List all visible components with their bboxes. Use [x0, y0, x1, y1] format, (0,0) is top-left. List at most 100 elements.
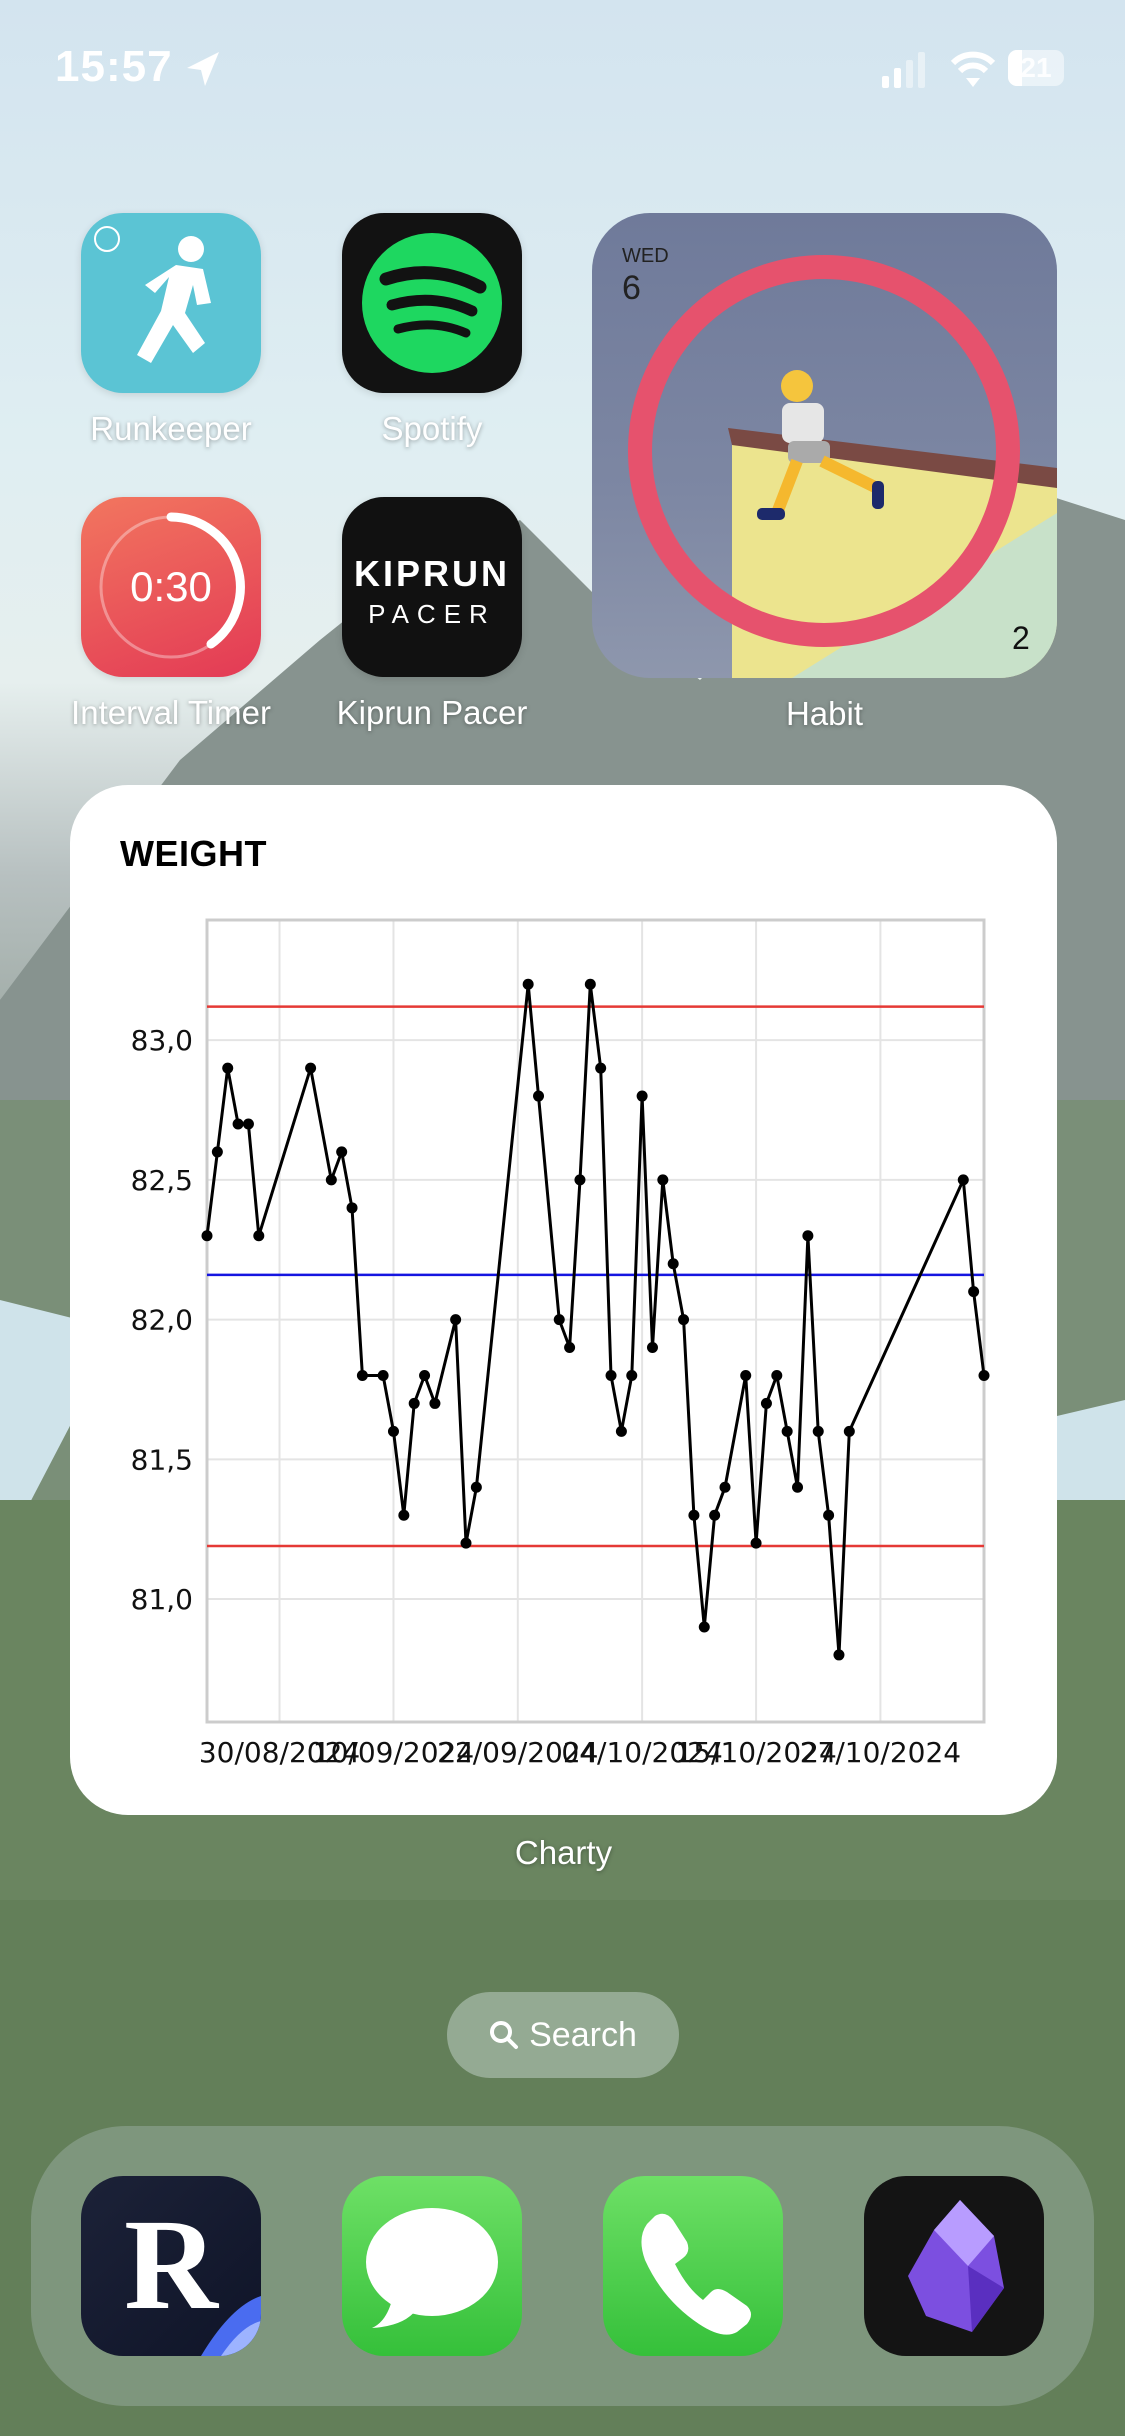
- cellular-signal-icon: [882, 52, 925, 88]
- weight-chart: 81,081,582,082,583,030/08/202410/09/2024…: [131, 918, 990, 1769]
- dock-app-phone[interactable]: [603, 2176, 783, 2356]
- data-point: [709, 1509, 721, 1521]
- data-point: [305, 1062, 317, 1074]
- y-tick-label: 81,5: [131, 1443, 193, 1476]
- data-point: [760, 1397, 772, 1409]
- data-point: [336, 1146, 348, 1158]
- spotify-icon: [342, 213, 522, 393]
- data-point: [553, 1314, 565, 1326]
- dock-app-reader[interactable]: R: [81, 2176, 261, 2356]
- data-point: [957, 1174, 969, 1186]
- y-tick-label: 83,0: [131, 1024, 193, 1057]
- search-icon: [490, 2021, 519, 2049]
- data-point: [978, 1369, 990, 1381]
- data-point: [408, 1397, 420, 1409]
- data-point: [595, 1062, 607, 1074]
- habit-day: 6: [622, 269, 641, 307]
- y-tick-label: 82,5: [131, 1164, 193, 1197]
- message-bubble-icon: [366, 2208, 498, 2328]
- data-point: [346, 1202, 358, 1214]
- search-button[interactable]: Search: [447, 1992, 679, 2078]
- data-point: [211, 1146, 223, 1158]
- timer-icon-text: 0:30: [130, 563, 212, 610]
- habit-count: 2: [1012, 620, 1030, 656]
- habit-widget[interactable]: WED 6 2: [592, 213, 1057, 678]
- data-point: [843, 1425, 855, 1437]
- data-point: [242, 1118, 254, 1130]
- data-point: [657, 1174, 669, 1186]
- data-point: [615, 1425, 627, 1437]
- data-point: [636, 1090, 648, 1102]
- data-point: [678, 1314, 690, 1326]
- widget-label-habit: Habit: [785, 695, 864, 732]
- data-point: [812, 1425, 824, 1437]
- data-point: [626, 1369, 638, 1381]
- app-label: Runkeeper: [90, 410, 252, 447]
- data-point: [646, 1342, 658, 1354]
- x-tick-label: 27/10/2024: [800, 1736, 961, 1769]
- data-point: [968, 1286, 980, 1298]
- data-point: [750, 1537, 762, 1549]
- data-point: [833, 1649, 845, 1661]
- battery-icon: 21: [1008, 50, 1064, 86]
- location-arrow-icon: [187, 52, 219, 86]
- data-point: [460, 1537, 472, 1549]
- app-label: Kiprun Pacer: [336, 694, 528, 731]
- app-label: Spotify: [381, 410, 483, 447]
- data-point: [698, 1621, 710, 1633]
- app-label: Interval Timer: [71, 694, 271, 731]
- data-point: [823, 1509, 835, 1521]
- data-point: [719, 1481, 731, 1493]
- data-point: [564, 1342, 576, 1354]
- wifi-icon: [950, 51, 996, 87]
- data-point: [667, 1258, 679, 1270]
- habit-weekday: WED: [622, 245, 669, 267]
- phone-handset-icon: [641, 2213, 751, 2335]
- y-tick-label: 81,0: [131, 1583, 193, 1616]
- app-runkeeper[interactable]: Runkeeper: [81, 213, 261, 447]
- data-point: [387, 1425, 399, 1437]
- charty-widget[interactable]: WEIGHT 81,0 81,5 82,0 82,5 83,0 30/08/2024 10/…: [70, 785, 1057, 1815]
- data-point: [232, 1118, 244, 1130]
- timer-icon: 0:30: [81, 497, 261, 677]
- app-interval-timer[interactable]: 0:30 Interval Timer: [71, 497, 271, 731]
- data-point: [688, 1509, 700, 1521]
- data-point: [781, 1425, 793, 1437]
- habit-photo: [628, 255, 1057, 678]
- data-point: [522, 978, 534, 990]
- data-point: [201, 1230, 213, 1242]
- data-point: [450, 1314, 462, 1326]
- dock-app-obsidian[interactable]: [864, 2176, 1044, 2356]
- app-spotify[interactable]: Spotify: [342, 213, 522, 447]
- data-point: [222, 1062, 234, 1074]
- data-point: [584, 978, 596, 990]
- reader-letter: R: [124, 2193, 218, 2337]
- runner-icon: [81, 213, 261, 393]
- kiprun-icon: KIPRUN PACER: [342, 497, 522, 677]
- data-point: [429, 1397, 441, 1409]
- kiprun-wordmark: KIPRUN: [353, 553, 510, 594]
- app-kiprun-pacer[interactable]: KIPRUN PACER Kiprun Pacer: [337, 497, 527, 731]
- data-point: [740, 1369, 752, 1381]
- data-point: [470, 1481, 482, 1493]
- data-point: [802, 1230, 814, 1242]
- battery-level: 21: [1020, 52, 1052, 83]
- data-point: [605, 1369, 617, 1381]
- data-point: [771, 1369, 783, 1381]
- search-label: Search: [529, 2015, 637, 2054]
- status-time: 15:57: [55, 42, 173, 91]
- data-point: [533, 1090, 545, 1102]
- widget-label-charty: Charty: [514, 1834, 613, 1871]
- data-point: [419, 1369, 431, 1381]
- data-point: [377, 1369, 389, 1381]
- dock-app-messages[interactable]: [342, 2176, 522, 2356]
- data-point: [325, 1174, 337, 1186]
- data-point: [792, 1481, 804, 1493]
- data-point: [356, 1369, 368, 1381]
- data-point: [398, 1509, 410, 1521]
- obsidian-gem-icon: [908, 2200, 1004, 2332]
- y-tick-label: 82,0: [131, 1304, 193, 1337]
- pacer-wordmark: PACER: [368, 599, 496, 629]
- data-point: [253, 1230, 265, 1242]
- data-point: [574, 1174, 586, 1186]
